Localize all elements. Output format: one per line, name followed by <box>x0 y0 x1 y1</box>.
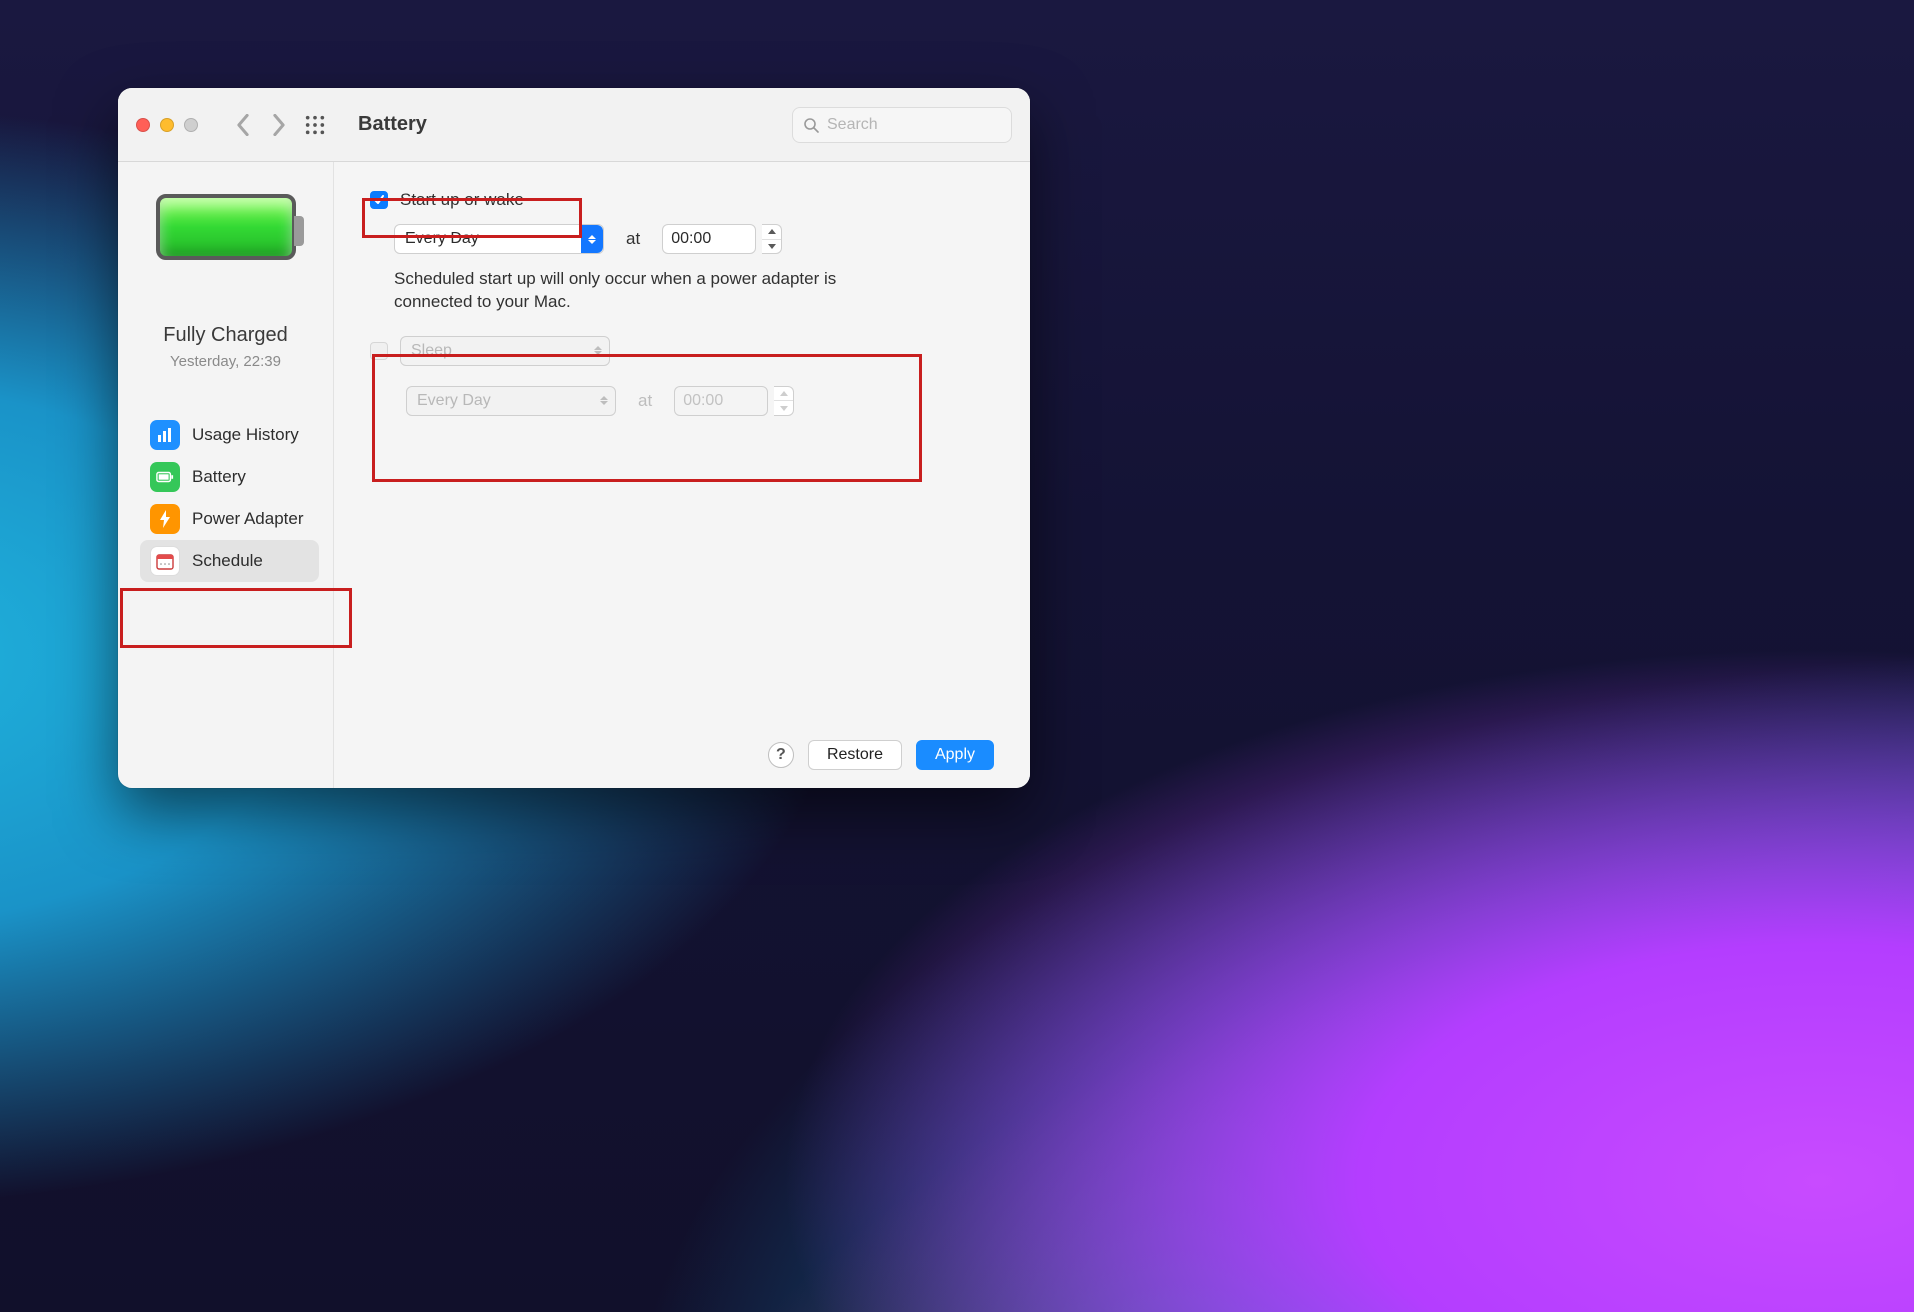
sleep-mode-value: Sleep <box>411 342 452 360</box>
bolt-icon <box>150 504 180 534</box>
minimize-window-button[interactable] <box>160 118 174 132</box>
startup-row: Start up or wake <box>358 190 994 210</box>
sidebar: Fully Charged Yesterday, 22:39 Usage His… <box>118 162 334 788</box>
sleep-group: Sleep Every Day at 00:00 <box>358 336 994 416</box>
sidebar-item-label: Schedule <box>192 551 263 571</box>
restore-label: Restore <box>827 746 883 764</box>
stepper-up-icon <box>762 225 781 240</box>
select-stepper-icon <box>593 387 615 415</box>
sidebar-item-label: Usage History <box>192 425 299 445</box>
sleep-row: Sleep <box>370 336 994 366</box>
apply-label: Apply <box>935 746 975 764</box>
help-label: ? <box>776 746 786 764</box>
sleep-time-stepper[interactable] <box>774 386 794 416</box>
sleep-frequency-select[interactable]: Every Day <box>406 386 616 416</box>
sidebar-item-battery[interactable]: Battery <box>140 456 319 498</box>
help-button[interactable]: ? <box>768 742 794 768</box>
back-button[interactable] <box>232 114 254 136</box>
sidebar-item-label: Power Adapter <box>192 509 304 529</box>
startup-frequency-value: Every Day <box>405 230 479 248</box>
startup-schedule-row: Every Day at 00:00 <box>358 224 994 254</box>
select-stepper-icon <box>581 225 603 253</box>
sidebar-nav: Usage History Battery Power Adapter <box>118 414 333 582</box>
window-toolbar: Battery Search <box>118 88 1030 162</box>
startup-label: Start up or wake <box>400 190 524 210</box>
startup-checkbox[interactable] <box>370 191 388 209</box>
show-all-prefs-button[interactable] <box>304 114 326 136</box>
at-label: at <box>626 229 640 249</box>
sleep-time-value: 00:00 <box>683 392 723 410</box>
startup-frequency-select[interactable]: Every Day <box>394 224 604 254</box>
restore-button[interactable]: Restore <box>808 740 902 770</box>
battery-status-title: Fully Charged <box>163 324 288 347</box>
traffic-lights <box>136 118 198 132</box>
schedule-content: Start up or wake Every Day at 00:00 <box>334 162 1030 788</box>
sleep-mode-select[interactable]: Sleep <box>400 336 610 366</box>
stepper-down-icon <box>774 401 793 415</box>
window-body: Fully Charged Yesterday, 22:39 Usage His… <box>118 162 1030 788</box>
startup-time-field[interactable]: 00:00 <box>662 224 756 254</box>
search-field[interactable]: Search <box>792 107 1012 143</box>
battery-large-icon <box>156 194 296 260</box>
chart-icon <box>150 420 180 450</box>
sidebar-item-label: Battery <box>192 467 246 487</box>
sleep-time-field[interactable]: 00:00 <box>674 386 768 416</box>
calendar-icon <box>150 546 180 576</box>
startup-time-value: 00:00 <box>671 230 711 248</box>
stepper-up-icon <box>774 387 793 402</box>
stepper-down-icon <box>762 240 781 254</box>
pane-title: Battery <box>358 113 427 136</box>
forward-button[interactable] <box>268 114 290 136</box>
sleep-checkbox[interactable] <box>370 342 388 360</box>
select-stepper-icon <box>587 337 609 365</box>
battery-status-subtitle: Yesterday, 22:39 <box>170 353 281 370</box>
sleep-frequency-value: Every Day <box>417 392 491 410</box>
close-window-button[interactable] <box>136 118 150 132</box>
search-icon <box>803 117 819 133</box>
zoom-window-button[interactable] <box>184 118 198 132</box>
at-label: at <box>638 391 652 411</box>
sidebar-item-power-adapter[interactable]: Power Adapter <box>140 498 319 540</box>
battery-preferences-window: Battery Search Fully Charged Yesterday, … <box>118 88 1030 788</box>
startup-time-stepper[interactable] <box>762 224 782 254</box>
sleep-schedule-row: Every Day at 00:00 <box>370 386 994 416</box>
footer: ? Restore Apply <box>358 728 994 770</box>
startup-note: Scheduled start up will only occur when … <box>358 268 878 314</box>
search-placeholder: Search <box>827 116 878 134</box>
sidebar-item-usage-history[interactable]: Usage History <box>140 414 319 456</box>
apply-button[interactable]: Apply <box>916 740 994 770</box>
battery-icon <box>150 462 180 492</box>
sidebar-item-schedule[interactable]: Schedule <box>140 540 319 582</box>
